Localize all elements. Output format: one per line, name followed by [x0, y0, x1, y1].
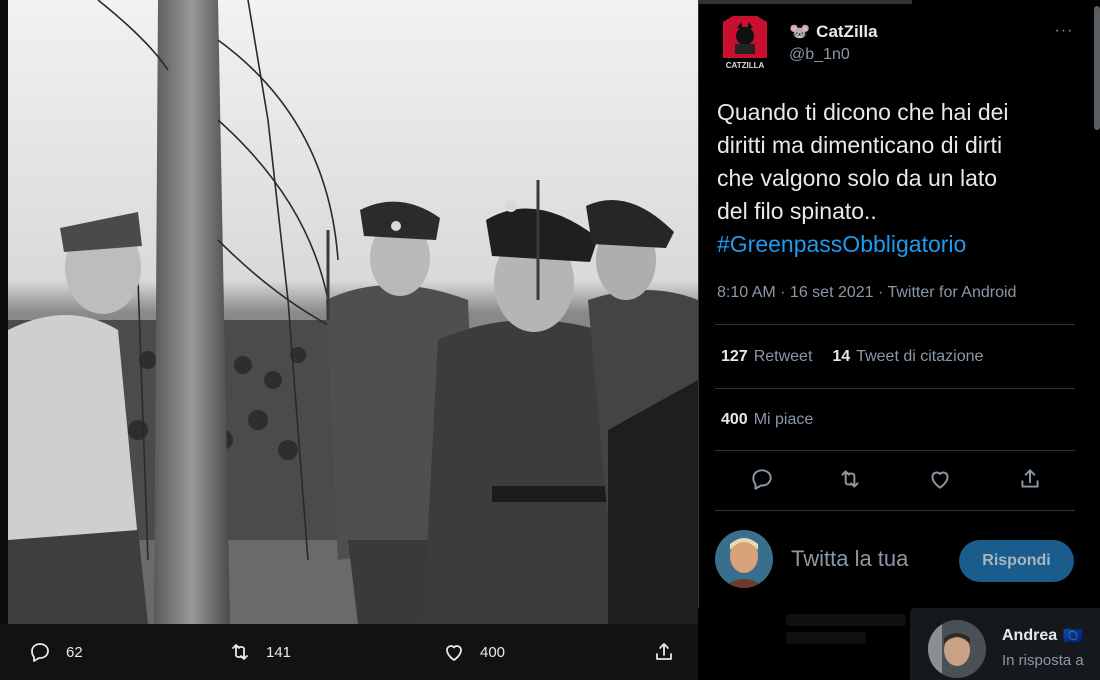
next-avatar-image	[928, 620, 986, 678]
tweet-timestamp[interactable]: 8:10 AM · 16 set 2021 · Twitter for Andr…	[717, 284, 1016, 302]
below-content: Andrea 🇪🇺 In risposta a	[698, 608, 1100, 680]
tweet-text: Quando ti dicono che hai dei diritti ma …	[717, 96, 1089, 261]
retweets-label: Retweet	[753, 348, 813, 365]
scrollbar-thumb[interactable]	[1094, 6, 1100, 130]
retweets-stat[interactable]: 127 Retweet	[721, 348, 812, 366]
tweet-text-line: del filo spinato..	[717, 198, 877, 224]
author-block[interactable]: 🐭 CatZilla @b_1n0	[789, 22, 878, 64]
reply-icon[interactable]	[749, 466, 775, 492]
next-tweet-author[interactable]: Andrea 🇪🇺	[1002, 626, 1083, 646]
media-like-button[interactable]: 400	[442, 638, 505, 666]
name-emoji: 🐭	[789, 22, 811, 41]
tweet-text-line: Quando ti dicono che hai dei	[717, 99, 1009, 125]
quotes-count: 14	[832, 348, 851, 365]
next-tweet-avatar[interactable]	[928, 620, 986, 678]
divider	[715, 324, 1075, 325]
hashtag-link[interactable]: #GreenpassObbligatorio	[717, 228, 1089, 261]
reply-button[interactable]: Rispondi	[959, 540, 1074, 582]
media-reply-button[interactable]: 62	[28, 638, 83, 666]
divider	[715, 450, 1075, 451]
media-retweet-button[interactable]: 141	[228, 638, 291, 666]
reply-icon	[31, 643, 49, 662]
reply-input[interactable]	[791, 546, 951, 572]
photo-illustration	[8, 0, 698, 624]
retweet-icon	[232, 644, 248, 660]
retweet-icon[interactable]	[837, 466, 863, 492]
panel-top-strip	[699, 0, 912, 4]
media-action-bar: 62 141 400	[0, 624, 698, 680]
media-viewer: 62 141 400	[0, 0, 698, 680]
faded-text	[786, 614, 906, 626]
divider	[715, 510, 1075, 511]
user-avatar-image	[715, 530, 773, 588]
tweet-text-line: che valgono solo da un lato	[717, 165, 998, 191]
author-avatar[interactable]: CATZILLA	[719, 16, 771, 72]
catzilla-logo: CATZILLA	[723, 16, 767, 70]
more-options-button[interactable]: ···	[1052, 22, 1076, 42]
eu-flag-icon: 🇪🇺	[1063, 628, 1084, 645]
heart-icon[interactable]	[927, 466, 953, 492]
heart-icon	[446, 645, 462, 661]
tweet-text-line: diritti ma dimenticano di dirti	[717, 132, 1003, 158]
share-icon[interactable]	[1017, 466, 1043, 492]
likes-label: Mi piace	[753, 411, 814, 428]
media-retweet-count: 141	[266, 643, 292, 661]
tweet-photo[interactable]	[8, 0, 698, 624]
next-tweet-name: Andrea	[1002, 627, 1058, 644]
likes-row: 400 Mi piace	[721, 411, 813, 429]
next-tweet-subtitle: In risposta a	[1002, 652, 1084, 669]
tweet-action-row	[739, 466, 1059, 494]
media-reply-count: 62	[66, 643, 83, 661]
next-tweet-card[interactable]: Andrea 🇪🇺 In risposta a	[910, 608, 1100, 680]
likes-count: 400	[721, 411, 748, 428]
stats-row: 127 Retweet 14 Tweet di citazione	[721, 348, 983, 366]
author-display-name[interactable]: CatZilla	[816, 22, 877, 42]
media-like-count: 400	[480, 643, 506, 661]
reply-composer: Rispondi	[699, 522, 1100, 606]
divider	[715, 388, 1075, 389]
faded-text	[786, 632, 866, 644]
tweet-detail-panel: CATZILLA 🐭 CatZilla @b_1n0 ··· Quando ti…	[698, 0, 1100, 608]
share-icon	[656, 643, 672, 660]
current-user-avatar[interactable]	[715, 530, 773, 588]
retweets-count: 127	[721, 348, 748, 365]
quotes-stat[interactable]: 14 Tweet di citazione	[832, 348, 983, 366]
logo-lettering: CATZILLA	[726, 61, 765, 70]
media-share-button[interactable]	[652, 638, 676, 666]
author-handle[interactable]: @b_1n0	[789, 46, 878, 64]
quotes-label: Tweet di citazione	[856, 348, 984, 365]
likes-stat[interactable]: 400 Mi piace	[721, 411, 813, 429]
